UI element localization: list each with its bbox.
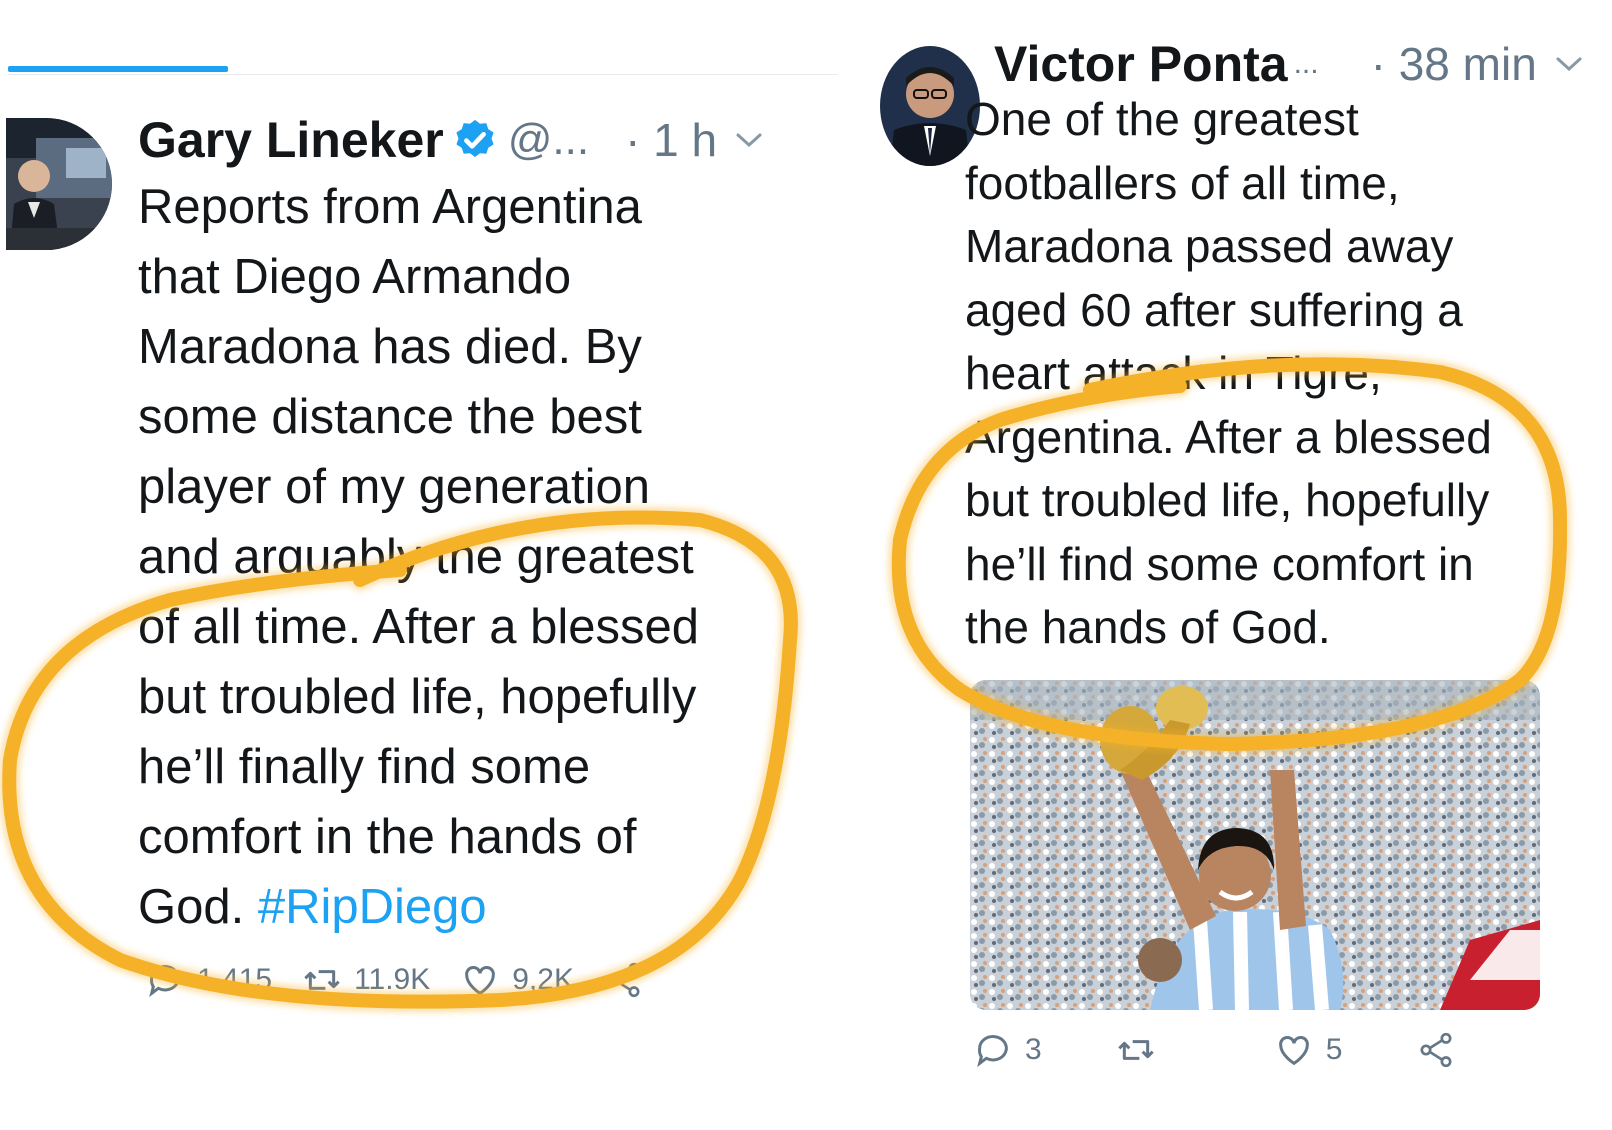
left-tweet-panel: Gary Lineker @... · 1 h Reports from Arg… [0, 0, 838, 1130]
reply-count: 1.415 [197, 963, 273, 996]
chevron-down-icon[interactable] [1555, 54, 1583, 74]
share-button[interactable] [604, 960, 644, 1000]
tweet-text-line: that Diego Armando [138, 250, 572, 304]
like-button[interactable]: 9,2K [460, 960, 574, 1000]
tweet-text: One of the greatest footballers of all t… [965, 88, 1605, 660]
author-name[interactable]: Victor Ponta [994, 35, 1288, 93]
tweet-actions: 1.415 11.9K 9,2K [145, 960, 644, 1000]
photo-maradona-trophy [970, 680, 1540, 1010]
retweet-icon [304, 970, 340, 990]
active-tab-indicator [8, 66, 228, 72]
retweet-button[interactable]: 11.9K [302, 960, 430, 1000]
tweet-time[interactable]: · 38 min [1371, 37, 1537, 91]
tweet-text-end: God. [138, 880, 245, 934]
share-button[interactable] [1416, 1030, 1456, 1070]
verified-badge-icon [456, 119, 494, 158]
tweet-text-line: Reports from Argentina [138, 180, 642, 234]
heart-icon [1278, 1036, 1309, 1066]
reply-button[interactable]: 3 [973, 1030, 1042, 1070]
tweet-actions: 3 5 [973, 1030, 1456, 1070]
chevron-down-icon[interactable] [735, 130, 763, 150]
reply-icon [977, 1035, 1008, 1068]
reply-button[interactable]: 1.415 [145, 960, 272, 1000]
tweet-text-line: and arguably the greatest [138, 530, 694, 584]
tweet-text-line: some distance the best [138, 390, 642, 444]
tweet-text-line: of all time. After a blessed [138, 600, 700, 654]
retweet-count: 11.9K [354, 963, 431, 996]
hashtag-link[interactable]: #RipDiego [258, 880, 487, 934]
retweet-button[interactable] [1116, 1030, 1156, 1070]
tweet-text-line: but troubled life, hopefully [138, 670, 697, 724]
tweet-text-line: Maradona has died. By [138, 320, 642, 374]
tweet-text-line: he’ll find some comfort in [965, 537, 1474, 590]
tweet-text-line: footballers of all time, [965, 156, 1400, 209]
tweet-text-line: One of the greatest [965, 93, 1359, 145]
tweet-photo[interactable] [970, 680, 1540, 1010]
tweet-text-line: Maradona passed away [965, 220, 1454, 272]
reply-icon [149, 965, 180, 998]
reply-count: 3 [1025, 1033, 1042, 1066]
like-count: 9,2K [512, 963, 574, 996]
like-button[interactable]: 5 [1274, 1030, 1343, 1070]
share-icon [608, 962, 640, 998]
like-count: 5 [1325, 1033, 1343, 1066]
tweet-text-line: aged 60 after suffering a [965, 283, 1463, 336]
tweet-header: Gary Lineker @... · 1 h [138, 112, 763, 168]
author-handle[interactable]: @... [508, 115, 589, 165]
author-name[interactable]: Gary Lineker [138, 111, 444, 169]
tweet-text-line: the hands of God. [965, 601, 1331, 653]
tweet-text: Reports from Argentina that Diego Armand… [138, 172, 828, 942]
tweet-header: Victor Ponta ... · 38 min [994, 36, 1583, 92]
right-tweet-panel: Victor Ponta ... · 38 min One of the gre… [858, 0, 1612, 1130]
tweet-text-line: but troubled life, hopefully [965, 474, 1490, 526]
avatar[interactable] [6, 118, 112, 250]
tweet-text-line: Argentina. After a blessed [965, 410, 1492, 463]
share-icon [1420, 1032, 1452, 1068]
tweet-text-line: heart attack in Tigre, [965, 347, 1382, 399]
author-handle[interactable]: ... [1294, 47, 1319, 81]
retweet-icon [1117, 1040, 1154, 1060]
tweet-text-line: God. #RipDiego [138, 872, 828, 942]
tab-divider [8, 74, 838, 75]
heart-icon [465, 966, 496, 996]
tweet-text-line: comfort in the hands of [138, 810, 637, 864]
tweet-text-line: player of my generation [138, 460, 651, 514]
tweet-text-line: he’ll finally find some [138, 740, 591, 794]
tweet-time[interactable]: · 1 h [625, 113, 717, 167]
